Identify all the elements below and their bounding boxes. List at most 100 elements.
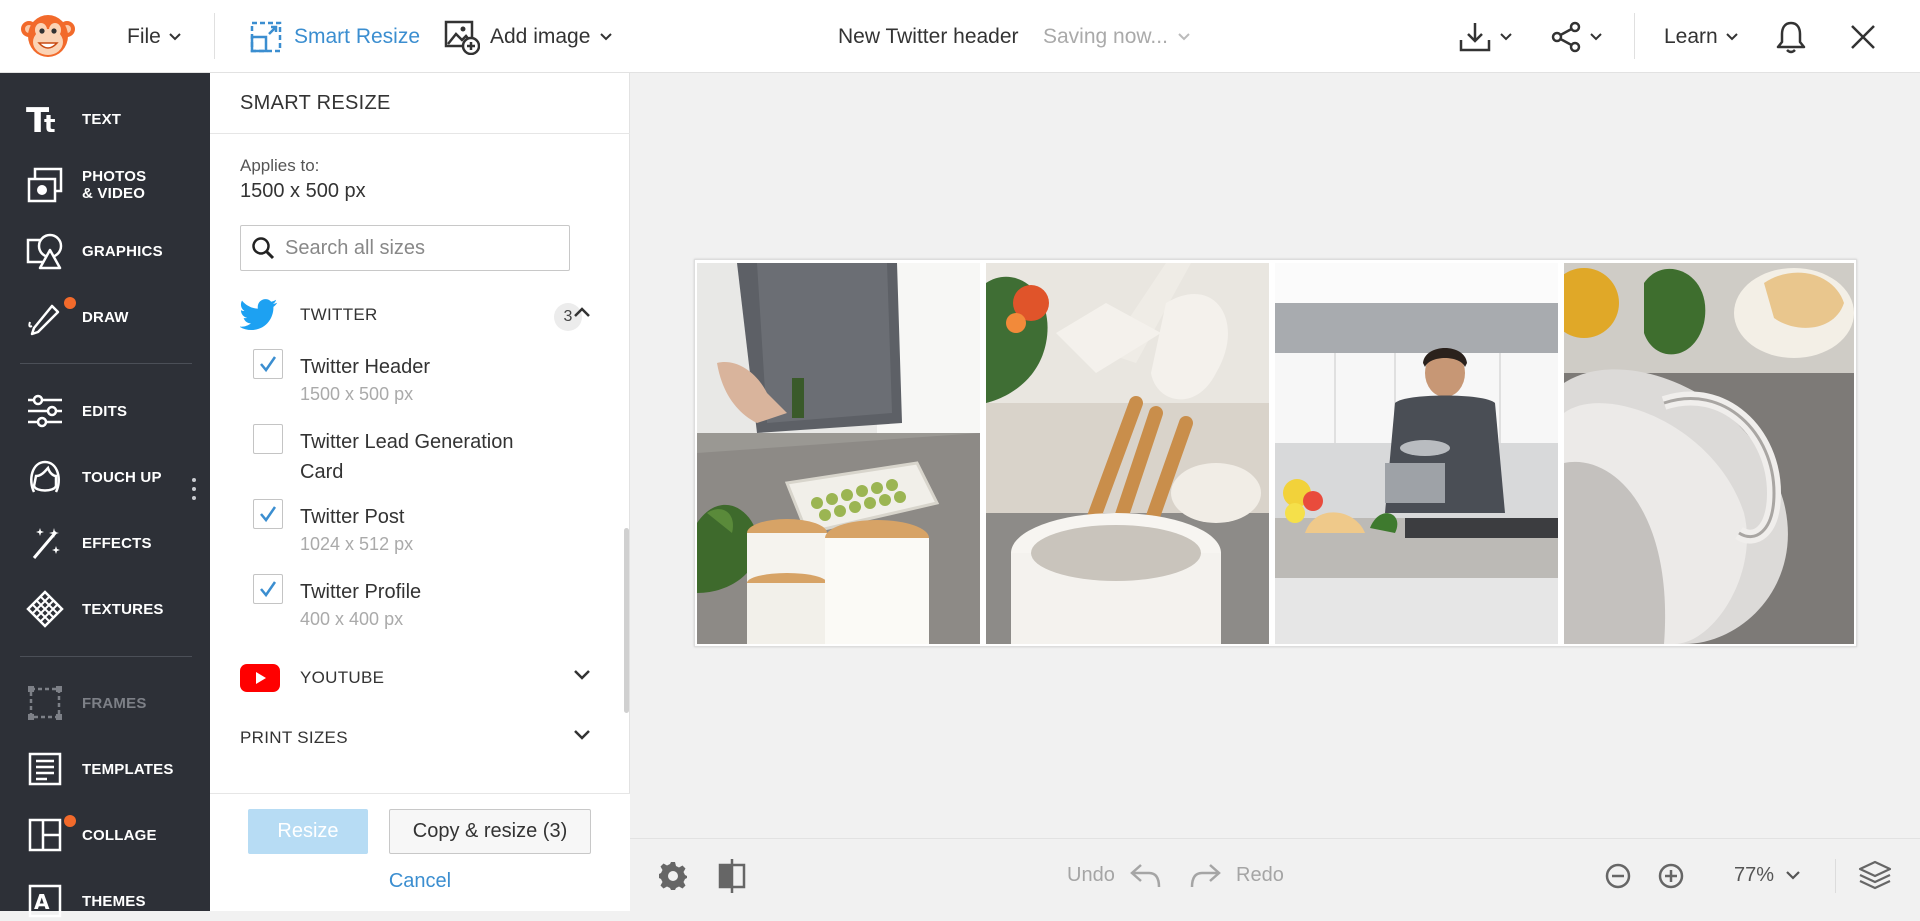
sidebar-item-effects[interactable]: EFFECTS (0, 523, 210, 563)
compare-button[interactable] (718, 839, 746, 912)
share-button[interactable] (1550, 0, 1602, 73)
sidebar-item-themes[interactable]: A THEMES (0, 881, 210, 921)
undo-button[interactable]: Undo (1067, 839, 1161, 912)
sidebar-item-label: TEXT (82, 110, 122, 128)
search-sizes-input[interactable] (285, 236, 545, 260)
size-option-twitter-post: Twitter Post 1024 x 512 px (253, 499, 573, 559)
copy-and-resize-button[interactable]: Copy & resize (3) (389, 809, 591, 854)
zoom-out-button[interactable] (1605, 839, 1631, 912)
panel-resize-handle[interactable] (192, 478, 196, 505)
file-menu-label: File (127, 24, 161, 48)
panel-scrollbar[interactable] (624, 528, 629, 713)
sidebar-divider (20, 656, 192, 657)
sidebar-item-label: EFFECTS (82, 534, 152, 552)
chevron-down-icon (1786, 871, 1800, 880)
chevron-down-icon (169, 32, 181, 41)
youtube-icon (240, 664, 280, 692)
cancel-button[interactable]: Cancel (210, 870, 630, 893)
chevron-up-icon (574, 307, 590, 317)
zoom-level-select[interactable]: 77% (1734, 839, 1800, 912)
applies-to-label: Applies to: (240, 156, 320, 175)
layers-icon (1858, 860, 1892, 892)
bell-icon (1775, 20, 1807, 54)
toolbar-divider (1835, 859, 1836, 893)
zoom-in-button[interactable] (1658, 839, 1684, 912)
graphics-icon (26, 232, 64, 270)
checkbox[interactable] (253, 349, 283, 379)
left-sidebar: Tt TEXT PHOTOS & VIDEO GRAPHICS DRAW EDI… (0, 73, 210, 918)
sidebar-item-label-line2: & VIDEO (82, 185, 146, 202)
sidebar-item-photos-video[interactable]: PHOTOS & VIDEO (0, 163, 210, 207)
option-size: 400 x 400 px (300, 609, 404, 629)
collage-photo-wooden-utensils[interactable] (986, 263, 1269, 644)
chevron-down-icon (1726, 32, 1738, 41)
group-title: PRINT SIZES (240, 728, 348, 747)
group-print-sizes-header[interactable]: PRINT SIZES (240, 718, 590, 758)
text-icon: Tt (26, 100, 64, 138)
sidebar-divider (20, 363, 192, 364)
search-icon (251, 236, 275, 260)
twitter-icon (240, 299, 278, 331)
search-sizes-field[interactable] (240, 225, 570, 271)
touch-up-icon (26, 458, 64, 496)
chevron-down-icon (574, 730, 590, 740)
collage-photo-cooking-vegetables[interactable] (697, 263, 980, 644)
save-status[interactable]: Saving now... (1043, 0, 1190, 73)
size-option-twitter-header: Twitter Header 1500 x 500 px (253, 349, 573, 409)
group-title: TWITTER (300, 305, 378, 324)
applies-to-value: 1500 x 500 px (240, 180, 366, 202)
checkbox[interactable] (253, 574, 283, 604)
collage-photo-man-cooking[interactable] (1275, 263, 1558, 644)
close-button[interactable] (1850, 0, 1876, 73)
sidebar-item-edits[interactable]: EDITS (0, 391, 210, 431)
canvas-workspace[interactable] (630, 73, 1920, 838)
zoom-out-icon (1605, 863, 1631, 889)
redo-button[interactable]: Redo (1190, 839, 1284, 912)
group-twitter-header[interactable]: TWITTER 3 (240, 295, 590, 335)
chevron-down-icon (600, 32, 613, 41)
sidebar-item-label: EDITS (82, 402, 128, 420)
redo-icon (1190, 863, 1222, 889)
sidebar-item-templates[interactable]: TEMPLATES (0, 749, 210, 789)
learn-menu[interactable]: Learn (1664, 0, 1738, 73)
panel-footer: Resize Copy & resize (3) Cancel (210, 793, 630, 911)
notifications-button[interactable] (1775, 0, 1807, 73)
sidebar-item-textures[interactable]: TEXTURES (0, 589, 210, 629)
settings-button[interactable] (657, 839, 689, 912)
effects-icon (26, 524, 64, 562)
sidebar-item-collage[interactable]: COLLAGE (0, 815, 210, 855)
share-icon (1550, 21, 1582, 53)
add-image-menu[interactable]: Add image (444, 0, 613, 73)
document-title[interactable]: New Twitter header (838, 0, 1019, 73)
collage-photo-pot-handle[interactable] (1564, 263, 1854, 644)
chevron-down-icon (1500, 32, 1512, 41)
layers-button[interactable] (1858, 839, 1892, 912)
sidebar-item-draw[interactable]: DRAW (0, 297, 210, 337)
top-toolbar: File Smart Resize Add image New Twitter … (0, 0, 1920, 73)
group-youtube-header[interactable]: YOUTUBE (240, 658, 590, 698)
size-option-twitter-lead-generation-card: Twitter Lead Generation Card (253, 424, 573, 484)
sidebar-item-touch-up[interactable]: TOUCH UP (0, 457, 210, 497)
smart-resize-button[interactable]: Smart Resize (250, 0, 420, 73)
sidebar-item-frames[interactable]: FRAMES (0, 683, 210, 723)
picmonkey-logo[interactable] (20, 9, 76, 61)
checkbox[interactable] (253, 499, 283, 529)
option-name: Twitter Header (300, 356, 431, 378)
sidebar-item-graphics[interactable]: GRAPHICS (0, 231, 210, 271)
sidebar-item-text[interactable]: Tt TEXT (0, 99, 210, 139)
panel-header: SMART RESIZE (210, 73, 630, 134)
option-name: Twitter Profile (300, 581, 422, 603)
edits-icon (26, 392, 64, 430)
sidebar-item-label: TOUCH UP (82, 468, 162, 486)
gear-icon (657, 860, 689, 892)
design-canvas[interactable] (694, 259, 1857, 647)
file-menu[interactable]: File (127, 0, 181, 73)
checkbox[interactable] (253, 424, 283, 454)
panel-title: SMART RESIZE (240, 92, 391, 114)
draw-icon (26, 298, 64, 336)
themes-icon: A (26, 882, 64, 920)
textures-icon (26, 590, 64, 628)
download-button[interactable] (1458, 0, 1512, 73)
resize-button[interactable]: Resize (248, 809, 368, 854)
check-icon (260, 581, 277, 598)
